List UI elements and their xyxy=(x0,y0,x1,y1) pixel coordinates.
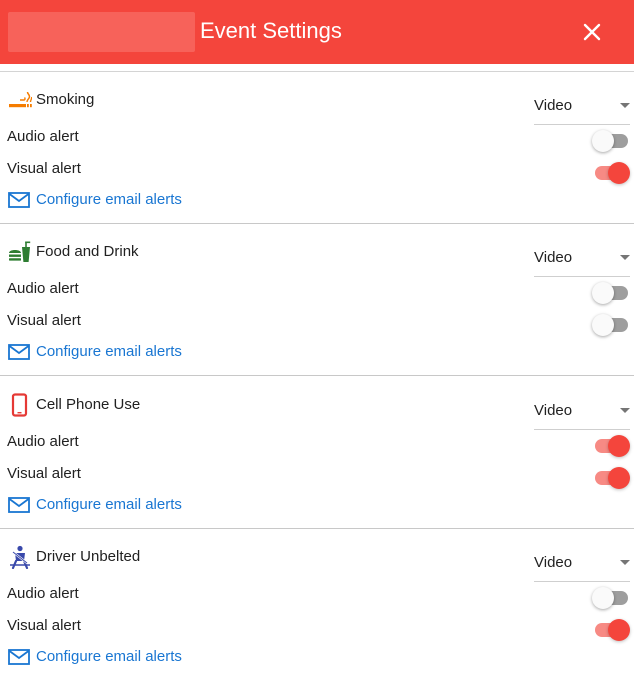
configure-email-alerts-link[interactable]: Configure email alerts xyxy=(8,342,182,362)
food-drink-icon xyxy=(9,241,31,262)
visual-alert-label: Visual alert xyxy=(7,617,81,634)
audio-alert-toggle[interactable] xyxy=(592,282,630,304)
configure-email-alerts-link[interactable]: Configure email alerts xyxy=(8,190,182,210)
select-value: Video xyxy=(534,97,573,114)
seatbelt-icon xyxy=(10,545,30,569)
mail-icon xyxy=(8,497,30,513)
audio-alert-label: Audio alert xyxy=(7,585,79,602)
event-name: Driver Unbelted xyxy=(36,548,141,565)
select-value: Video xyxy=(534,554,573,571)
mail-icon xyxy=(8,344,30,360)
visual-alert-toggle[interactable] xyxy=(592,162,630,184)
link-text: Configure email alerts xyxy=(36,648,182,665)
visual-alert-label: Visual alert xyxy=(7,312,81,329)
audio-alert-toggle[interactable] xyxy=(592,435,630,457)
recording-type-select[interactable]: Video xyxy=(534,94,630,125)
configure-email-alerts-link[interactable]: Configure email alerts xyxy=(8,495,182,515)
visual-alert-toggle[interactable] xyxy=(592,314,630,336)
toggle-knob xyxy=(592,587,614,609)
toggle-knob xyxy=(592,314,614,336)
event-name: Smoking xyxy=(36,91,95,108)
audio-alert-label: Audio alert xyxy=(7,128,79,145)
audio-alert-toggle[interactable] xyxy=(592,587,630,609)
visual-alert-toggle[interactable] xyxy=(592,467,630,489)
event-section-smoking: Smoking Video Audio alert Visual alert C… xyxy=(0,72,634,224)
close-button[interactable] xyxy=(578,18,606,46)
toggle-knob xyxy=(608,467,630,489)
cell-phone-icon xyxy=(11,393,28,417)
link-text: Configure email alerts xyxy=(36,496,182,513)
toggle-knob xyxy=(592,282,614,304)
toggle-knob xyxy=(608,162,630,184)
mail-icon xyxy=(8,649,30,665)
recording-type-select[interactable]: Video xyxy=(534,551,630,582)
select-value: Video xyxy=(534,402,573,419)
toggle-knob xyxy=(608,619,630,641)
dialog-title: Event Settings xyxy=(200,18,342,43)
visual-alert-toggle[interactable] xyxy=(592,619,630,641)
dropdown-caret-icon xyxy=(620,103,630,108)
toggle-knob xyxy=(608,435,630,457)
audio-alert-label: Audio alert xyxy=(7,433,79,450)
event-section-food-and-drink: Food and Drink Video Audio alert Visual … xyxy=(0,224,634,376)
audio-alert-label: Audio alert xyxy=(7,280,79,297)
link-text: Configure email alerts xyxy=(36,343,182,360)
visual-alert-label: Visual alert xyxy=(7,465,81,482)
dropdown-caret-icon xyxy=(620,255,630,260)
mail-icon xyxy=(8,192,30,208)
dropdown-caret-icon xyxy=(620,408,630,413)
section-divider xyxy=(0,375,634,376)
dialog-header: Event Settings xyxy=(0,0,634,64)
link-text: Configure email alerts xyxy=(36,191,182,208)
recording-type-select[interactable]: Video xyxy=(534,399,630,430)
configure-email-alerts-link[interactable]: Configure email alerts xyxy=(8,647,182,667)
event-section-driver-unbelted: Driver Unbelted Video Audio alert Visual… xyxy=(0,529,634,681)
event-name: Cell Phone Use xyxy=(36,396,141,413)
smoking-icon xyxy=(9,91,32,108)
recording-type-select[interactable]: Video xyxy=(534,246,630,277)
event-name: Food and Drink xyxy=(36,243,139,260)
select-value: Video xyxy=(534,249,573,266)
event-section-cell-phone-use: Cell Phone Use Video Audio alert Visual … xyxy=(0,377,634,529)
event-settings-dialog: Event Settings Smoking Video Audio alert… xyxy=(0,0,634,681)
audio-alert-toggle[interactable] xyxy=(592,130,630,152)
redacted-account-name xyxy=(8,12,195,52)
dropdown-caret-icon xyxy=(620,560,630,565)
close-icon xyxy=(583,23,601,41)
toggle-knob xyxy=(592,130,614,152)
visual-alert-label: Visual alert xyxy=(7,160,81,177)
